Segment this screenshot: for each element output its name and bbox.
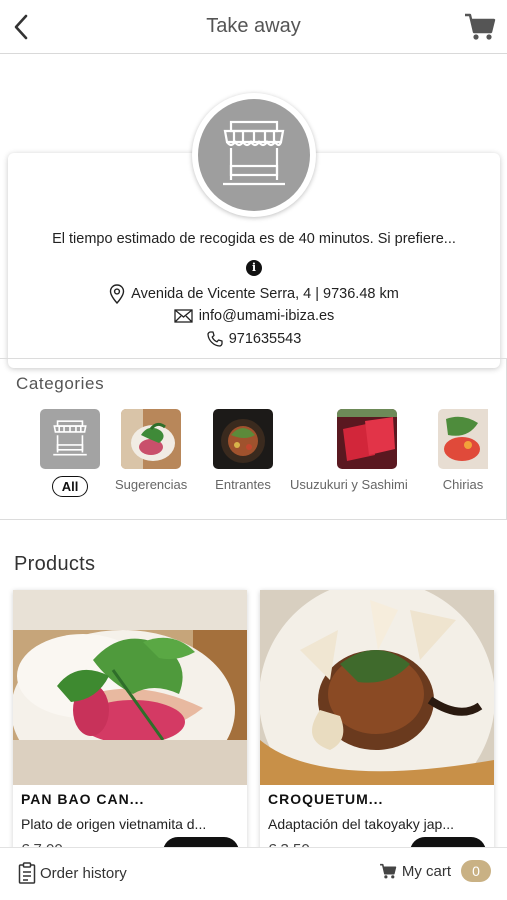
product-card[interactable]: PAN BAO CAN... Plato de origen vietnamit…: [13, 590, 247, 860]
products-title: Products: [14, 553, 96, 575]
category-all[interactable]: All: [40, 409, 100, 497]
my-cart-button[interactable]: My cart 0: [378, 860, 491, 882]
address-text: Avenida de Vicente Serra, 4 | 9736.48 km: [131, 286, 399, 302]
product-description: Adaptación del takoyaky jap...: [268, 816, 455, 832]
product-name: PAN BAO CAN...: [21, 791, 145, 807]
shopping-cart-icon: [465, 13, 496, 40]
storefront-icon: [223, 120, 285, 186]
pickup-time-message[interactable]: El tiempo estimado de recogida es de 40 …: [8, 231, 500, 247]
category-entrantes[interactable]: Entrantes: [213, 409, 273, 492]
product-image: [13, 590, 247, 785]
category-usuzukuri-sashimi[interactable]: Usuzukuri y Sashimi: [290, 409, 408, 492]
email-icon: [174, 309, 193, 323]
location-pin-icon: [109, 284, 125, 304]
category-sugerencias[interactable]: Sugerencias: [115, 409, 187, 492]
order-history-label: Order history: [40, 864, 127, 882]
storefront-icon: [53, 420, 87, 456]
category-label: Entrantes: [215, 477, 271, 492]
product-card[interactable]: CROQUETUM... Adaptación del takoyaky jap…: [260, 590, 494, 860]
email-text: info@umami-ibiza.es: [198, 308, 335, 324]
category-image: [213, 409, 273, 469]
my-cart-label: My cart: [401, 862, 451, 880]
category-chirias[interactable]: Chirias: [438, 409, 488, 492]
store-phone[interactable]: 971635543: [8, 331, 500, 347]
bottom-bar: Order history My cart 0: [0, 847, 507, 900]
product-description: Plato de origen vietnamita d...: [21, 816, 207, 832]
category-label: Sugerencias: [115, 477, 188, 492]
info-icon[interactable]: i: [246, 260, 262, 276]
category-image: [336, 409, 397, 469]
phone-icon: [207, 331, 223, 347]
shopping-cart-icon: [379, 863, 397, 879]
category-label: Usuzukuri y Sashimi: [290, 477, 408, 492]
app-header: Take away: [0, 0, 507, 54]
categories-section: Categories All Sugerencias Entrantes Usu…: [0, 358, 507, 520]
category-image: [438, 409, 488, 469]
category-label: Chirias: [442, 477, 484, 492]
clipboard-icon: [18, 862, 36, 884]
page-title: Take away: [206, 15, 301, 37]
phone-text: 971635543: [228, 331, 302, 347]
order-history-button[interactable]: Order history: [18, 862, 127, 884]
category-image: [40, 409, 100, 469]
categories-title: Categories: [16, 374, 105, 393]
store-email[interactable]: info@umami-ibiza.es: [8, 308, 500, 324]
store-logo: [192, 93, 316, 217]
cart-count-badge: 0: [461, 860, 491, 882]
category-image: [121, 409, 182, 469]
header-cart-button[interactable]: [463, 10, 497, 44]
store-address: Avenida de Vicente Serra, 4 | 9736.48 km: [8, 284, 500, 304]
product-name: CROQUETUM...: [268, 791, 384, 807]
category-label: All: [51, 476, 89, 497]
product-image: [260, 590, 494, 785]
